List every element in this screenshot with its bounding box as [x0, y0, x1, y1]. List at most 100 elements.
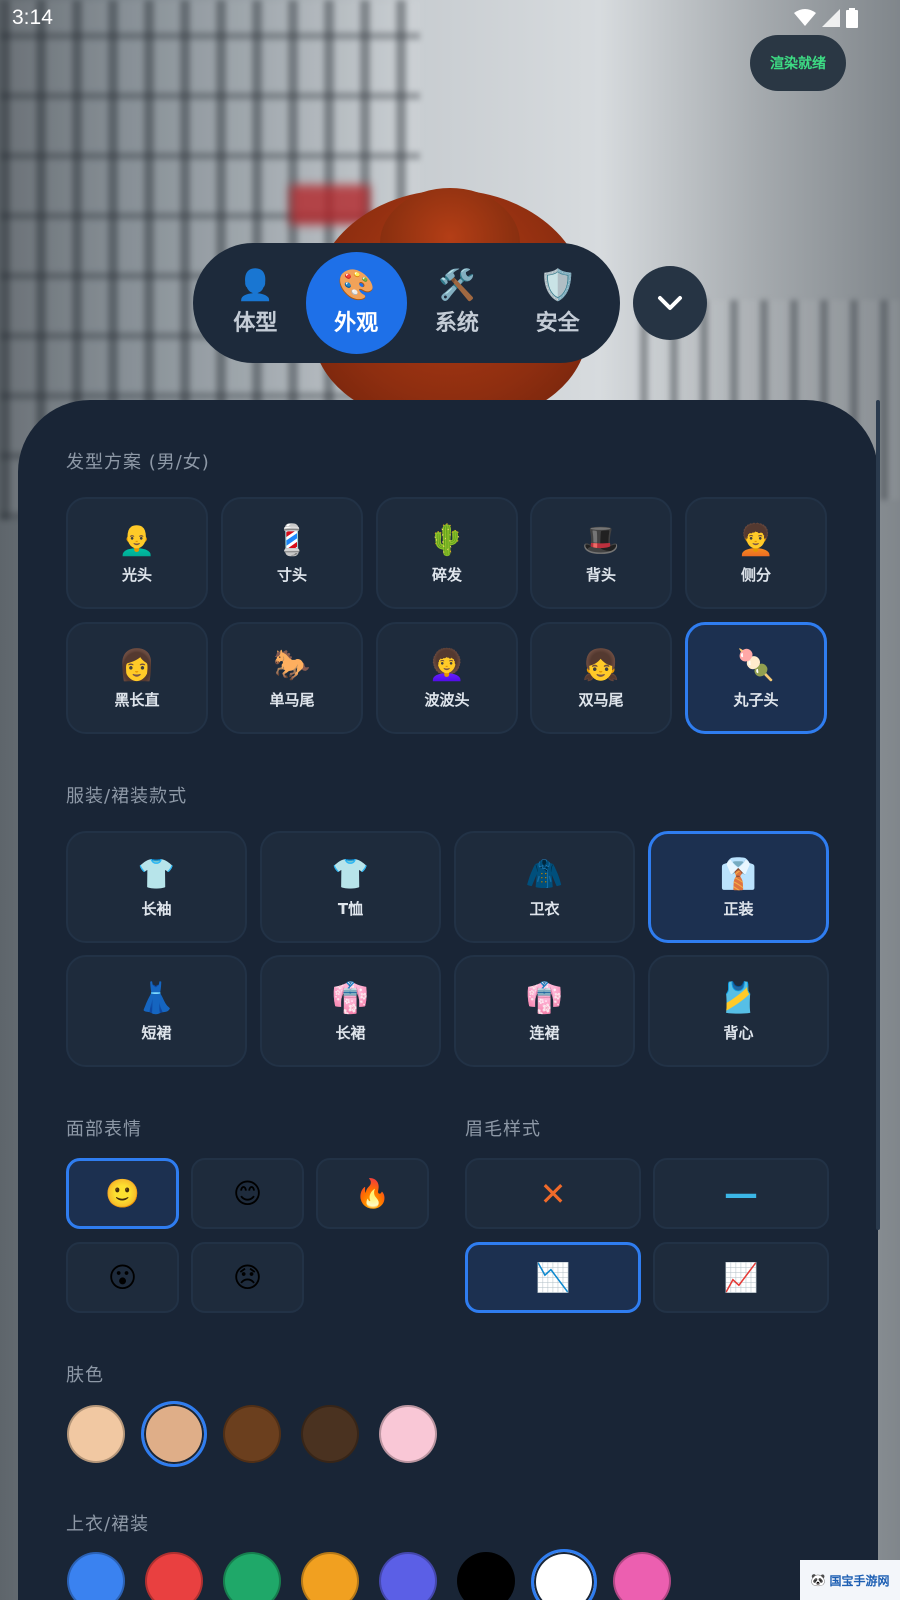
option-label: 寸头 [276, 565, 307, 584]
option-label: 长袖 [141, 899, 172, 918]
section-title-skin-color: 肤色 [66, 1365, 104, 1386]
collapse-panel-button[interactable] [633, 266, 707, 340]
option-label: 单马尾 [269, 690, 315, 709]
bald-icon: 👨‍🦲 [118, 522, 156, 558]
section-title-eyebrows: 眉毛样式 [465, 1119, 541, 1140]
option-label: 双马尾 [578, 690, 624, 709]
wifi-icon [794, 9, 816, 26]
hairstyle-option-ponytail[interactable]: 🐎 单马尾 [221, 622, 363, 734]
outfit-option-long-skirt[interactable]: 👘 长裙 [260, 955, 441, 1067]
skin-color-swatch[interactable] [379, 1405, 437, 1463]
option-label: 背头 [585, 565, 616, 584]
skin-color-swatch[interactable] [301, 1405, 359, 1463]
watermark-logo: 🐼 国宝手游网 [800, 1560, 900, 1600]
hairstyle-option-long-straight[interactable]: 👩 黑长直 [66, 622, 208, 734]
dango-icon: 🍡 [737, 647, 775, 683]
tab-label: 体型 [233, 311, 278, 336]
fire-icon: 🔥 [355, 1177, 390, 1210]
hairstyle-option-slicked[interactable]: 🎩 背头 [530, 497, 672, 609]
tab-system[interactable]: 🛠️ 系统 [407, 252, 508, 354]
tshirt-icon: 👕 [137, 856, 176, 892]
coat-icon: 🧥 [525, 856, 564, 892]
option-label: 长裙 [335, 1023, 366, 1042]
eyebrow-option-down[interactable]: 📉 [465, 1242, 641, 1313]
battery-icon [846, 8, 858, 28]
tab-appearance[interactable]: 🎨 外观 [305, 252, 407, 354]
expression-option-surprised[interactable]: 😮 [66, 1242, 179, 1313]
hairstyle-option-layered[interactable]: 🌵 碎发 [376, 497, 518, 609]
top-hat-icon: 🎩 [582, 522, 620, 558]
outfit-option-tshirt[interactable]: 👕 T恤 [260, 831, 441, 943]
hairstyle-option-bun[interactable]: 🍡 丸子头 [685, 622, 827, 734]
cross-icon: ✕ [539, 1174, 567, 1213]
tshirt-icon: 👕 [331, 856, 370, 892]
skin-color-swatch[interactable] [67, 1405, 125, 1463]
category-nav: 👤 体型 🎨 外观 🛠️ 系统 🛡️ 安全 [193, 243, 620, 363]
expression-option-fire[interactable]: 🔥 [316, 1158, 429, 1229]
tab-body[interactable]: 👤 体型 [205, 252, 306, 354]
option-label: 连裙 [529, 1023, 560, 1042]
hairstyle-option-bald[interactable]: 👨‍🦲 光头 [66, 497, 208, 609]
panda-icon: 🐼 [810, 1573, 826, 1587]
kimono-icon: 👘 [525, 980, 564, 1016]
hairstyle-option-side-part[interactable]: 🧑‍🦱 侧分 [685, 497, 827, 609]
skin-color-swatch[interactable] [223, 1405, 281, 1463]
outfit-option-vest[interactable]: 🎽 背心 [648, 955, 829, 1067]
dress-icon: 👗 [137, 980, 176, 1016]
outfit-option-formal[interactable]: 👔 正装 [648, 831, 829, 943]
eyebrow-option-up[interactable]: 📈 [653, 1242, 829, 1313]
curly-woman-icon: 👩‍🦱 [428, 647, 466, 683]
section-title-outfits: 服装/裙装款式 [66, 786, 188, 807]
outfit-option-short-skirt[interactable]: 👗 短裙 [66, 955, 247, 1067]
status-bar: 3:14 [0, 0, 900, 38]
barber-pole-icon: 💈 [273, 522, 311, 558]
kimono-icon: 👘 [331, 980, 370, 1016]
signal-icon [822, 9, 840, 27]
dash-icon: — [724, 1173, 758, 1214]
option-label: 丸子头 [733, 690, 779, 709]
tab-security[interactable]: 🛡️ 安全 [507, 252, 608, 354]
panel-scrollbar[interactable] [876, 400, 880, 1230]
slight-smile-icon: 🙂 [105, 1177, 140, 1210]
tab-label: 外观 [334, 311, 379, 336]
option-label: 黑长直 [114, 690, 160, 709]
cactus-icon: 🌵 [428, 522, 466, 558]
section-title-top-color: 上衣/裙装 [66, 1514, 150, 1535]
eyebrow-option-straight[interactable]: — [653, 1158, 829, 1229]
option-label: 正装 [723, 899, 754, 918]
hairstyle-option-twin-tails[interactable]: 👧 双马尾 [530, 622, 672, 734]
smiling-face-icon: 😊 [232, 1177, 263, 1210]
shield-icon: 🛡️ [538, 268, 577, 303]
chart-down-icon: 📉 [535, 1261, 571, 1294]
person-icon: 👤 [236, 268, 275, 303]
option-label: 光头 [121, 565, 152, 584]
outfit-option-hoodie[interactable]: 🧥 卫衣 [454, 831, 635, 943]
expression-option-smile[interactable]: 😊 [191, 1158, 304, 1229]
option-label: 背心 [723, 1023, 754, 1042]
section-title-expressions: 面部表情 [66, 1119, 142, 1140]
outfit-option-long-sleeve[interactable]: 👕 长袖 [66, 831, 247, 943]
render-status-badge: 渲染就绪 [750, 35, 846, 91]
expression-option-neutral[interactable]: 🙂 [66, 1158, 179, 1229]
option-label: 波波头 [424, 690, 470, 709]
option-label: 卫衣 [529, 899, 560, 918]
chevron-down-icon [658, 296, 682, 310]
hairstyle-option-buzz[interactable]: 💈 寸头 [221, 497, 363, 609]
skin-color-swatch[interactable] [141, 1401, 207, 1467]
status-icons [794, 8, 858, 28]
surprised-face-icon: 😮 [107, 1261, 138, 1294]
expression-option-sad[interactable]: 😞 [191, 1242, 304, 1313]
option-label: 碎发 [431, 565, 462, 584]
tools-icon: 🛠️ [438, 268, 476, 303]
chart-up-icon: 📈 [723, 1261, 759, 1294]
eyebrow-option-cross[interactable]: ✕ [465, 1158, 641, 1229]
tab-label: 系统 [434, 311, 479, 336]
hairstyle-option-bob[interactable]: 👩‍🦱 波波头 [376, 622, 518, 734]
curly-hair-icon: 🧑‍🦱 [737, 522, 775, 558]
girl-icon: 👧 [582, 647, 620, 683]
status-time: 3:14 [12, 6, 53, 29]
outfit-option-one-piece[interactable]: 👘 连裙 [454, 955, 635, 1067]
disappointed-face-icon: 😞 [232, 1261, 263, 1294]
running-shirt-icon: 🎽 [719, 980, 758, 1016]
section-title-hairstyles: 发型方案 (男/女) [66, 452, 210, 473]
